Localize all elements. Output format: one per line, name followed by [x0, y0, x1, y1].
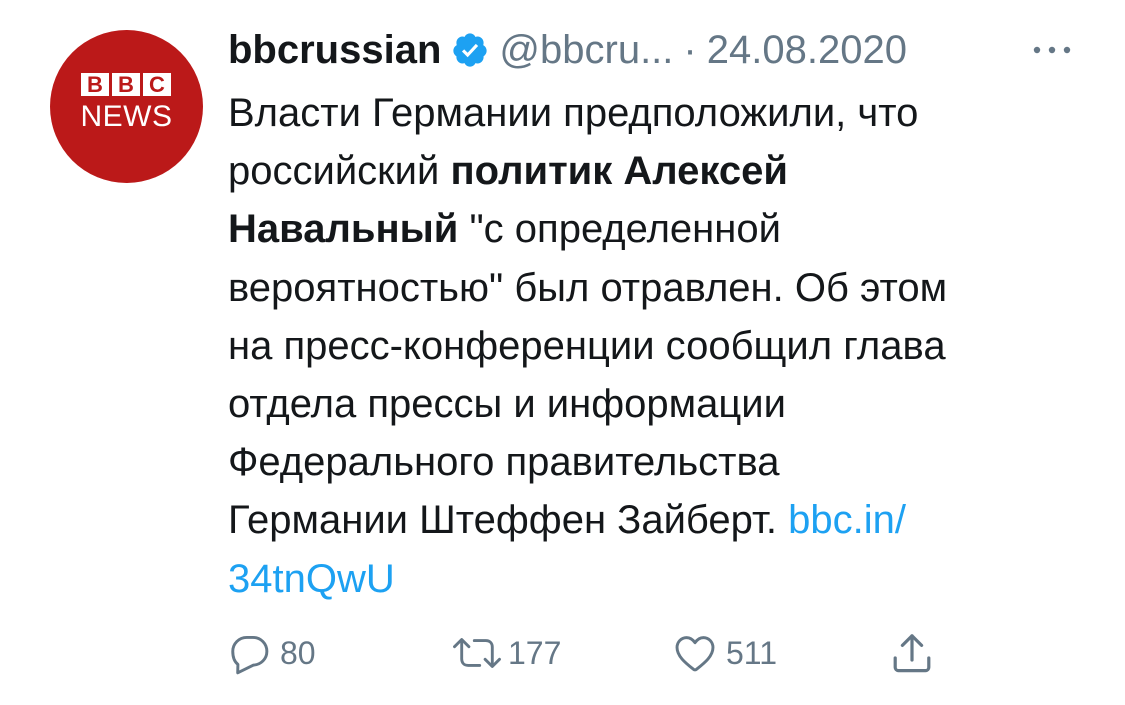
- share-button[interactable]: [888, 628, 936, 678]
- display-name[interactable]: bbcrussian: [228, 28, 441, 73]
- text-run: Германии Штеффен Зайберт.: [228, 498, 789, 543]
- text-run: российский: [228, 149, 451, 194]
- tweet-text-line: Федерального правительства: [228, 433, 1098, 491]
- text-run: Федерального правительства: [228, 440, 780, 485]
- user-handle[interactable]: @bbcru...: [499, 28, 673, 73]
- tweet[interactable]: B B C NEWS bbcrussian @bbcru... · 24.08.…: [0, 0, 1125, 705]
- tweet-text: Власти Германии предположили, что россий…: [228, 84, 1098, 608]
- tweet-date[interactable]: 24.08.2020: [707, 28, 907, 73]
- tweet-text-line: Навальный "с определенной: [228, 200, 1098, 258]
- more-dots-icon[interactable]: [1030, 38, 1074, 62]
- text-run: отдела прессы и информации: [228, 382, 786, 427]
- share-icon: [888, 629, 936, 677]
- retweet-count: 177: [508, 634, 562, 671]
- reply-icon: [228, 631, 272, 675]
- tweet-text-line: Германии Штеффен Зайберт. bbc.in/: [228, 491, 1098, 549]
- bbc-logo-news: NEWS: [80, 100, 173, 133]
- tweet-text-line: российский политик Алексей: [228, 142, 1098, 200]
- bold-text-run: Навальный: [228, 207, 459, 252]
- text-run: на пресс-конференции сообщил глава: [228, 323, 946, 368]
- tweet-link[interactable]: 34tnQwU: [228, 557, 395, 601]
- like-count: 511: [726, 634, 778, 671]
- bold-text-run: политик Алексей: [450, 149, 788, 194]
- like-button[interactable]: 511: [672, 628, 777, 678]
- tweet-link[interactable]: bbc.in/: [788, 498, 906, 542]
- bbc-logo-blocks: B B C: [81, 73, 171, 96]
- tweet-text-line: Власти Германии предположили, что: [228, 84, 1098, 142]
- separator-dot: ·: [683, 27, 697, 72]
- tweet-actions: 80 177 511: [0, 618, 1125, 688]
- tweet-text-line: вероятностью" был отравлен. Об этом: [228, 259, 1098, 317]
- retweet-button[interactable]: 177: [450, 628, 561, 678]
- reply-count: 80: [280, 634, 316, 671]
- tweet-text-line: 34tnQwU: [228, 550, 1098, 608]
- tweet-text-line: на пресс-конференции сообщил глава: [228, 317, 1098, 375]
- bbc-logo-block: B: [81, 73, 109, 96]
- tweet-text-line: отдела прессы и информации: [228, 375, 1098, 433]
- heart-icon: [672, 631, 718, 675]
- bbc-logo-block: B: [112, 73, 140, 96]
- text-run: Власти Германии предположили, что: [228, 91, 919, 135]
- reply-button[interactable]: 80: [228, 628, 316, 678]
- verified-badge-icon: [451, 31, 489, 69]
- retweet-icon: [450, 631, 504, 675]
- avatar[interactable]: B B C NEWS: [50, 30, 203, 183]
- bbc-logo-block: C: [143, 73, 171, 96]
- text-run: вероятностью" был отравлен. Об этом: [228, 265, 948, 310]
- tweet-header: bbcrussian @bbcru... · 24.08.2020: [228, 26, 907, 74]
- text-run: "с определенной: [458, 207, 781, 252]
